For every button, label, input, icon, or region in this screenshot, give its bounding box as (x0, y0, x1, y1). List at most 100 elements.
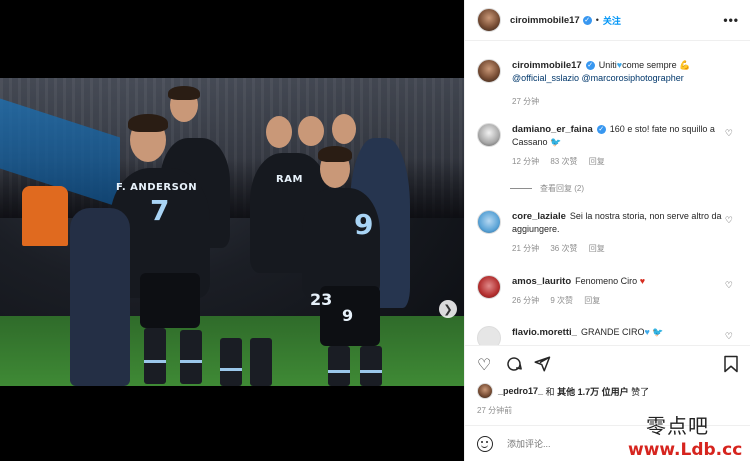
comment-username[interactable]: core_laziale (512, 211, 566, 222)
comment-body: damiano_er_faina ✓ 160 e sto! fate no squi… (512, 123, 722, 168)
comment-likes[interactable]: 9 次赞 (550, 296, 573, 305)
comment-meta: 21 分钟 36 次赞 回复 (512, 242, 722, 255)
heart-icon[interactable]: ♡ (725, 331, 733, 342)
reply-button[interactable]: 回复 (589, 244, 605, 253)
comment-username[interactable]: flavio.moretti_ (512, 327, 577, 338)
comment-meta: 12 分钟 83 次赞 回复 (512, 155, 722, 168)
comment-username[interactable]: amos_laurito (512, 276, 571, 287)
follow-button[interactable]: 关注 (603, 14, 621, 27)
post-time-ago[interactable]: 27 分钟前 (477, 405, 512, 416)
comment-meta: 26 分钟 9 次赞 回复 (512, 294, 722, 307)
jersey-number-right: 9 (354, 208, 374, 241)
player-shorts (140, 273, 200, 328)
avatar[interactable] (477, 275, 501, 299)
comment-body: flavio.moretti_ GRANDE CIRO♥ 🐦 (512, 326, 722, 339)
sock-stripe (180, 360, 202, 363)
next-arrow-icon[interactable]: ❯ (439, 300, 457, 318)
swallow-emoji-icon: 🐦 (652, 327, 664, 337)
player-hair (168, 86, 200, 100)
caption-meta: 27 分钟 (512, 95, 722, 108)
site-watermark: 零点吧 www.Ldb.cc (620, 410, 750, 461)
player-9-shirt (302, 188, 380, 298)
flexed-arm-icon: 💪 (679, 60, 691, 70)
player-hair (318, 146, 352, 162)
view-replies-button[interactable]: 查看回复 (2) (510, 183, 584, 194)
player-sock (328, 346, 350, 386)
player-sock (250, 338, 272, 386)
post-photo[interactable]: RAM F. ANDERSON 7 9 9 23 ❯ (0, 78, 464, 386)
player-head (266, 116, 292, 148)
player-sock (220, 338, 242, 386)
avatar[interactable] (477, 59, 501, 83)
mention-link[interactable]: @official_sslazio (512, 73, 579, 83)
celebrating-players: RAM F. ANDERSON 7 9 9 23 (70, 86, 410, 386)
verified-icon: ✓ (596, 125, 606, 135)
caption-body: ciroimmobile17 ✓ Uniti♥come sempre 💪 @offi… (512, 59, 722, 108)
comment-time: 12 分钟 (512, 157, 540, 166)
player-hair (128, 114, 168, 132)
likes-line: _pedro17_ 和 其他 1.7万 位用户 赞了 (477, 383, 649, 399)
shorts-number-right: 9 (342, 306, 354, 325)
likes-others[interactable]: 其他 1.7万 位用户 (557, 385, 629, 398)
avatar[interactable] (477, 326, 501, 345)
smile-icon[interactable] (477, 436, 493, 452)
separator-dot: • (595, 15, 599, 25)
steward-figure (22, 186, 68, 246)
player-sock (144, 328, 166, 384)
header-username[interactable]: ciroimmobile17 (510, 15, 580, 26)
jersey-name-anderson: F. ANDERSON (116, 182, 198, 193)
player-head (332, 114, 356, 144)
likes-and: 和 (545, 386, 555, 397)
reply-button[interactable]: 回复 (584, 296, 600, 305)
comments-list: ciroimmobile17 ✓ Uniti♥come sempre 💪 @offi… (465, 40, 750, 345)
avatar[interactable] (477, 123, 501, 147)
verified-icon: ✓ (585, 61, 595, 71)
heart-icon[interactable]: ♡ (477, 355, 491, 375)
player-sock (180, 330, 202, 384)
watermark-cn: 零点吧 (646, 414, 709, 438)
post-header: ciroimmobile17 ✓ • 关注 ••• (465, 0, 750, 41)
comment-username[interactable]: damiano_er_faina (512, 124, 593, 135)
mention-link[interactable]: @marcorosiphotographer (582, 73, 684, 83)
jersey-number-left: 7 (150, 194, 170, 227)
player-sock (360, 346, 382, 386)
sock-stripe (328, 370, 350, 373)
sock-stripe (360, 370, 382, 373)
player-left-jacket (70, 208, 130, 386)
comment-time: 21 分钟 (512, 244, 540, 253)
avatar[interactable] (477, 8, 501, 32)
comment-text: GRANDE CIRO (580, 327, 645, 337)
comment-likes[interactable]: 83 次赞 (550, 157, 577, 166)
heart-icon[interactable]: ♡ (725, 128, 733, 139)
more-icon[interactable]: ••• (723, 13, 739, 27)
caption-text-suffix: come sempre (622, 60, 677, 70)
comment-icon[interactable] (505, 355, 523, 378)
caption-text-prefix: Uniti (598, 60, 617, 70)
red-heart-icon: ♥ (639, 276, 646, 286)
heart-icon[interactable]: ♡ (725, 215, 733, 226)
post-media: RAM F. ANDERSON 7 9 9 23 ❯ (0, 0, 464, 461)
bookmark-icon[interactable] (723, 355, 739, 378)
watermark-url: www.Ldb.cc (628, 440, 743, 460)
sock-stripe (144, 360, 166, 363)
sock-stripe (220, 368, 242, 371)
comment-body: amos_laurito Fenomeno Ciro ♥ 26 分钟 9 次赞 回… (512, 275, 722, 307)
share-icon[interactable] (533, 355, 551, 378)
verified-icon: ✓ (582, 15, 592, 25)
jersey-name-mid: RAM (276, 174, 303, 185)
avatar[interactable] (477, 210, 501, 234)
caption-username[interactable]: ciroimmobile17 (512, 60, 582, 71)
blue-heart-icon: ♥ (644, 327, 650, 337)
post-side-panel: ciroimmobile17 ✓ • 关注 ••• ciroimmobile17… (464, 0, 750, 461)
heart-icon[interactable]: ♡ (725, 280, 733, 291)
comment-time: 26 分钟 (512, 296, 540, 305)
comment-text: Fenomeno Ciro (575, 276, 638, 286)
reply-button[interactable]: 回复 (589, 157, 605, 166)
caption-time: 27 分钟 (512, 97, 540, 106)
comment-likes[interactable]: 36 次赞 (550, 244, 577, 253)
shorts-number-back: 23 (310, 290, 333, 309)
likes-suffix: 赞了 (631, 386, 650, 397)
comment-body: core_laziale Sei la nostra storia, non se… (512, 210, 722, 255)
liker-username[interactable]: _pedro17_ (498, 386, 543, 396)
avatar[interactable] (477, 383, 493, 399)
